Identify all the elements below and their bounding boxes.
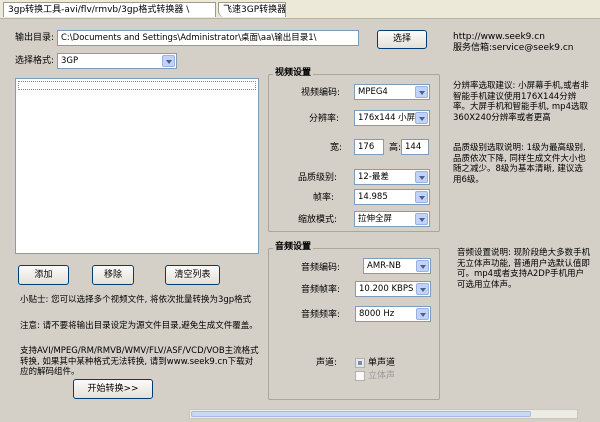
- quality-help-text: 品质级别选取说明: 1级为最高级别, 品质依次下降, 同样生成文件大小也随之减少…: [453, 143, 586, 185]
- video-codec-label: 视频编码:: [301, 88, 341, 98]
- file-list[interactable]: [15, 78, 259, 254]
- scale-mode-select[interactable]: 拉伸全屏: [354, 211, 430, 227]
- height-field[interactable]: 144: [401, 139, 429, 155]
- mono-checkbox[interactable]: [355, 358, 365, 368]
- choose-dir-button[interactable]: 选择: [377, 30, 427, 49]
- tip-formats: 支持AVI/MPEG/RM/RMVB/WMV/FLV/ASF/VCD/VOB主流…: [20, 346, 259, 377]
- width-field[interactable]: 176: [354, 139, 384, 155]
- audio-freq-select[interactable]: 8000 Hz: [355, 306, 431, 322]
- scale-mode-label: 缩放模式:: [298, 215, 338, 225]
- format-select[interactable]: 3GP: [57, 53, 177, 69]
- audio-settings-title: 音频设置: [273, 242, 314, 253]
- chevron-down-icon: [162, 55, 175, 67]
- audio-codec-label: 音频编码:: [301, 263, 341, 273]
- fps-select[interactable]: 14.985: [354, 189, 430, 205]
- tip-batch: 小贴士: 您可以选择多个视频文件, 将依次批量转换为3gp格式: [20, 295, 252, 305]
- clear-list-button[interactable]: 清空列表: [165, 265, 220, 285]
- audio-codec-select[interactable]: AMR-NB: [363, 258, 431, 274]
- remove-button[interactable]: 移除: [92, 265, 134, 285]
- output-dir-label: 输出目录:: [15, 33, 55, 43]
- chevron-down-icon: [415, 112, 428, 124]
- width-label: 宽:: [330, 143, 343, 153]
- list-focus-row: [18, 81, 256, 90]
- horizontal-scrollbar[interactable]: [189, 409, 578, 419]
- audio-help-text: 音频设置说明: 现阶段绝大多数手机无立体声功能, 普通用户选默认值即可。mp4或…: [457, 248, 591, 290]
- resolution-value: 176x144 小屏: [358, 113, 416, 123]
- quality-label: 品质级别:: [298, 173, 338, 183]
- resolution-help-text: 分辨率选取建议: 小屏幕手机,或者非智能手机建议使用176X144分辨率。大屏手…: [453, 81, 589, 123]
- tip-warning: 注意: 请不要将输出目录设定为源文件目录,避免生成文件覆盖。: [20, 321, 258, 331]
- format-value: 3GP: [61, 56, 79, 66]
- checked-mark-icon: [358, 361, 362, 365]
- channel-label: 声道:: [316, 358, 338, 368]
- chevron-down-icon: [415, 191, 428, 203]
- resolution-select[interactable]: 176x144 小屏: [354, 110, 430, 126]
- chevron-down-icon: [415, 213, 428, 225]
- resolution-label: 分辨率:: [309, 114, 340, 124]
- start-convert-button[interactable]: 开始转换>>: [73, 379, 153, 399]
- stereo-checkbox[interactable]: [355, 371, 365, 381]
- chevron-down-icon: [415, 171, 428, 183]
- quality-select[interactable]: 12-最差: [354, 169, 430, 185]
- video-codec-value: MPEG4: [358, 87, 388, 97]
- audio-rate-label: 音频帧率:: [301, 285, 341, 295]
- scrollbar-thumb[interactable]: [191, 411, 531, 417]
- audio-freq-label: 音频频率:: [301, 310, 341, 320]
- format-label: 选择格式:: [15, 56, 55, 66]
- fps-value: 14.985: [358, 192, 388, 202]
- service-email: 服务信箱:service@seek9.cn: [453, 43, 574, 53]
- chevron-down-icon: [415, 86, 428, 98]
- window-tab-secondary[interactable]: 飞速3GP转换器): [218, 2, 286, 17]
- quality-value: 12-最差: [358, 172, 389, 182]
- video-settings-title: 视频设置: [273, 68, 314, 79]
- chevron-down-icon: [416, 308, 429, 320]
- mono-label: 单声道: [368, 358, 396, 368]
- fps-label: 帧率:: [313, 193, 335, 203]
- website-url: http://www.seek9.cn: [453, 32, 545, 42]
- stereo-label: 立体声: [368, 371, 396, 381]
- height-label: 高:: [389, 143, 402, 153]
- audio-freq-value: 8000 Hz: [359, 309, 395, 319]
- chevron-down-icon: [416, 283, 429, 295]
- video-codec-select[interactable]: MPEG4: [354, 84, 430, 100]
- audio-rate-select[interactable]: 10.200 KBPS: [355, 281, 431, 297]
- add-button[interactable]: 添加: [18, 265, 69, 285]
- audio-rate-value: 10.200 KBPS: [359, 284, 414, 294]
- scale-mode-value: 拉伸全屏: [358, 214, 393, 224]
- output-dir-field[interactable]: C:\Documents and Settings\Administrator\…: [57, 30, 359, 46]
- chevron-down-icon: [416, 260, 429, 272]
- window-tab-main[interactable]: 3gp转换工具-avi/flv/rmvb/3gp格式转换器 \: [3, 2, 216, 17]
- audio-codec-value: AMR-NB: [367, 261, 401, 271]
